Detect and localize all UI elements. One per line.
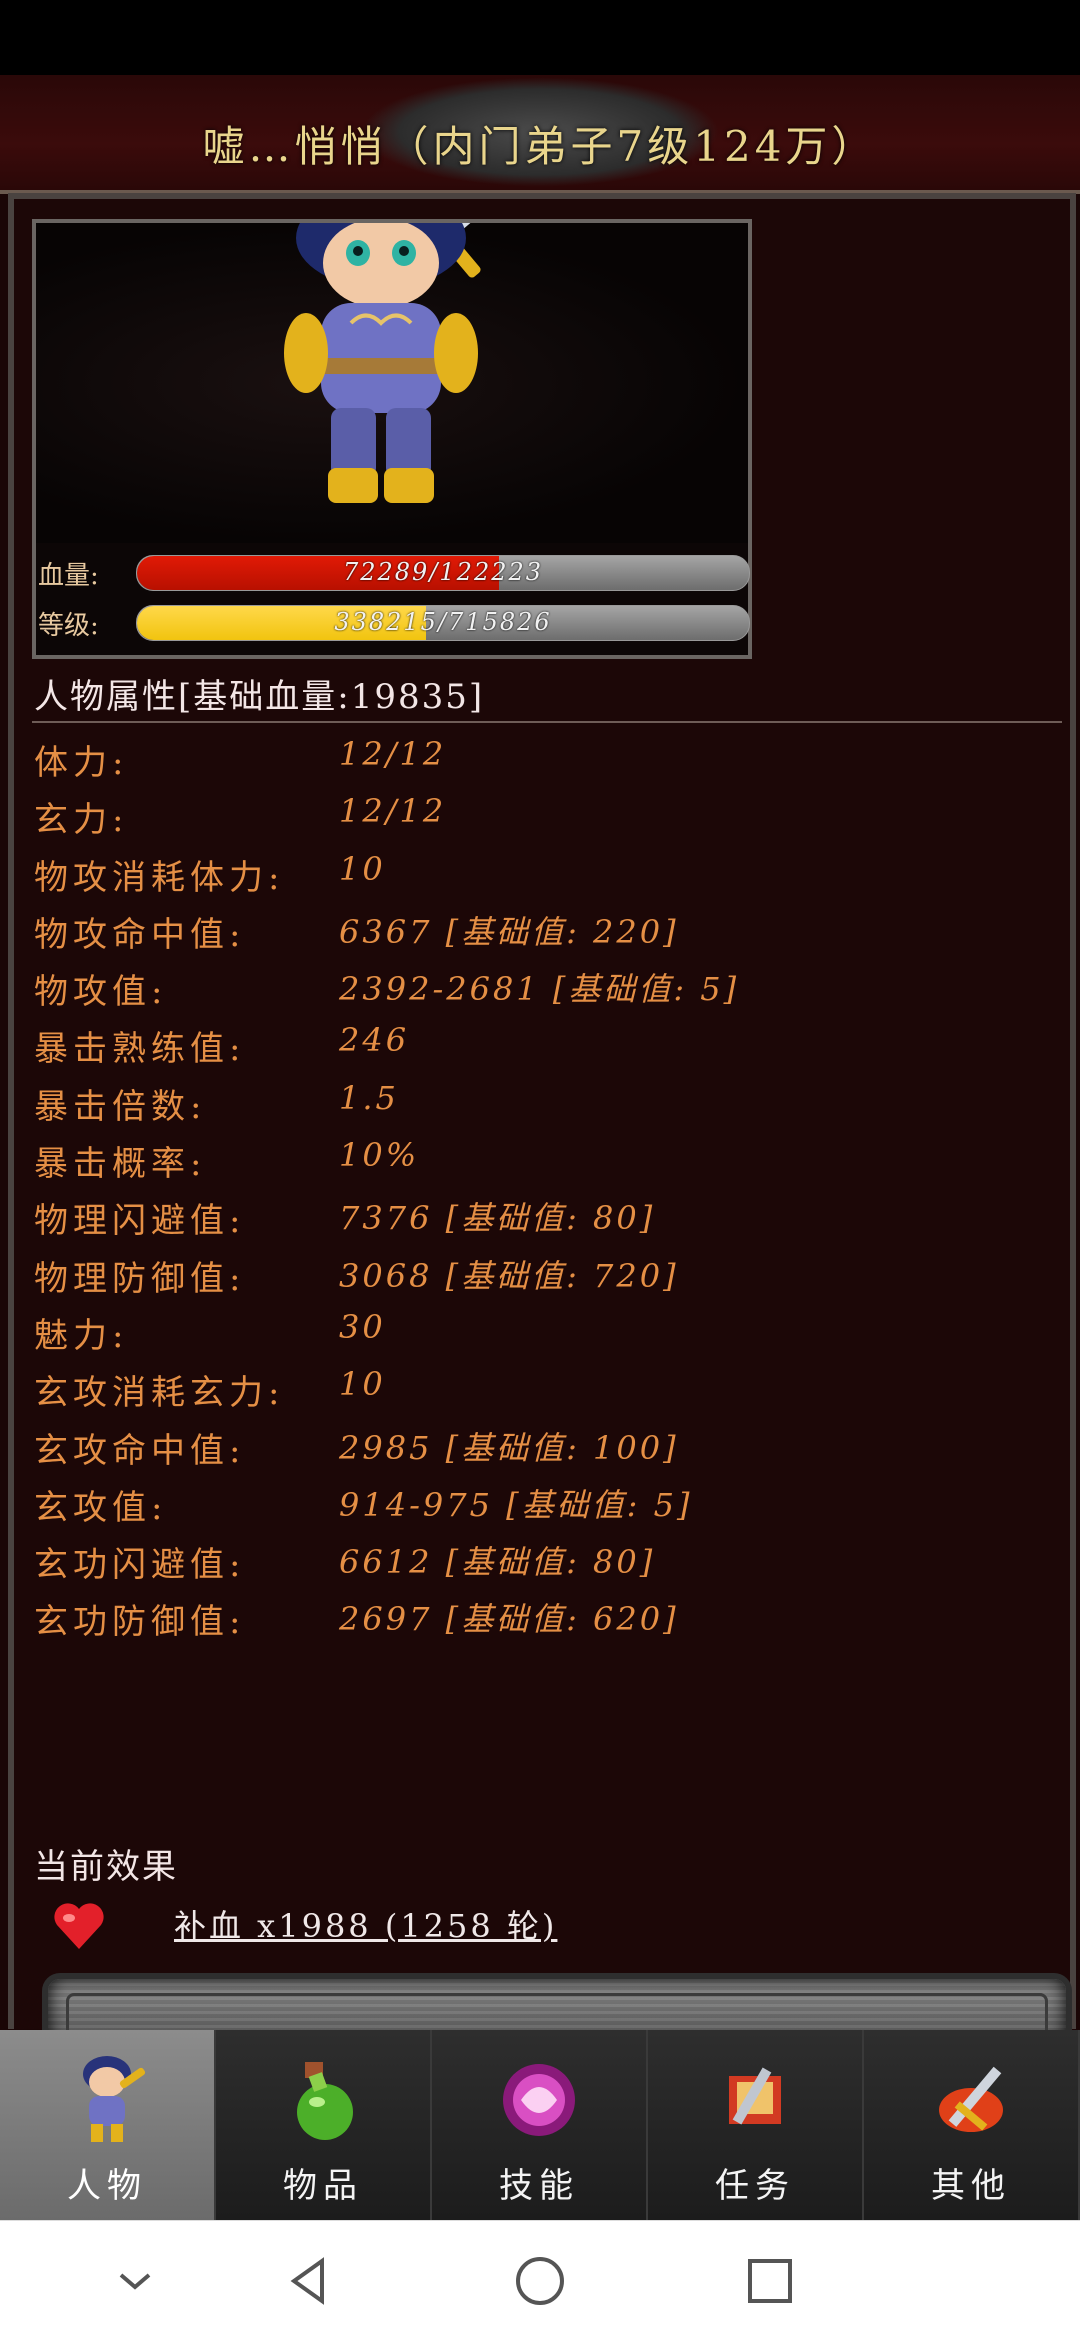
attribute-row: 暴击熟练值: 246 — [34, 1015, 1064, 1072]
attribute-name: 玄攻值: — [34, 1487, 168, 1528]
hp-label: 血量: — [38, 561, 99, 591]
effect-item: 补血 x1988 (1258 轮) — [34, 1897, 934, 1953]
attribute-name: 玄功防御值: — [34, 1602, 246, 1643]
attribute-name: 玄攻命中值: — [34, 1430, 246, 1471]
tab-character[interactable]: 人物 — [0, 2030, 216, 2220]
level-row: 等级: 338215/715826 — [36, 603, 750, 643]
character-portrait: 血量: 72289/122223 等级: 338215/715826 — [32, 219, 752, 659]
attribute-row: 体力: 12/12 — [34, 729, 1064, 786]
attribute-name: 暴击熟练值: — [34, 1029, 246, 1070]
attribute-name: 物理防御值: — [34, 1258, 246, 1299]
exp-value: 338215/715826 — [334, 608, 552, 636]
recents-icon[interactable] — [740, 2251, 800, 2311]
effect-link[interactable]: 补血 x1988 (1258 轮) — [174, 1901, 557, 1947]
attribute-row: 物攻消耗体力: 10 — [34, 844, 1064, 901]
attribute-name: 物攻消耗体力: — [34, 857, 285, 898]
quest-icon — [729, 2067, 781, 2125]
attribute-row: 物理防御值: 3068 [基础值: 720] — [34, 1245, 1064, 1302]
status-bar — [0, 0, 1080, 75]
tab-skills-label: 技能 — [499, 2166, 579, 2206]
portrait-scene — [36, 223, 748, 543]
attribute-value: 10 — [339, 1365, 386, 1404]
effects-title: 当前效果 — [34, 1847, 178, 1887]
attribute-name: 玄攻消耗玄力: — [34, 1373, 285, 1414]
potion-icon — [297, 2062, 353, 2140]
attribute-row: 玄力: 12/12 — [34, 786, 1064, 843]
tab-character-label: 人物 — [67, 2166, 147, 2206]
attribute-row: 玄攻消耗玄力: 10 — [34, 1359, 1064, 1416]
attribute-name: 物攻命中值: — [34, 914, 246, 955]
player-title: 嘘…悄悄（内门弟子7级124万） — [202, 122, 878, 171]
attribute-name: 玄功闪避值: — [34, 1545, 246, 1586]
tab-skills[interactable]: 技能 — [432, 2030, 648, 2220]
android-nav-bar — [0, 2220, 1080, 2341]
tab-quests[interactable]: 任务 — [648, 2030, 864, 2220]
attribute-name: 物理闪避值: — [34, 1201, 246, 1242]
attribute-row: 物攻命中值: 6367 [基础值: 220] — [34, 901, 1064, 958]
attribute-value: 914-975 [基础值: 5] — [339, 1485, 693, 1524]
attribute-row: 魅力: 30 — [34, 1302, 1064, 1359]
attribute-name: 物攻值: — [34, 972, 168, 1013]
home-icon[interactable] — [510, 2251, 570, 2311]
attribute-name: 玄力: — [34, 800, 129, 841]
attribute-value: 12/12 — [339, 792, 447, 831]
attribute-value: 6612 [基础值: 80] — [339, 1543, 656, 1582]
heart-icon — [54, 1903, 104, 1949]
skill-orb-icon — [503, 2064, 575, 2136]
attribute-value: 2985 [基础值: 100] — [339, 1428, 679, 1467]
attribute-value: 7376 [基础值: 80] — [339, 1199, 656, 1238]
attribute-row: 物理闪避值: 7376 [基础值: 80] — [34, 1187, 1064, 1244]
hero-avatar — [284, 223, 491, 503]
attribute-name: 暴击倍数: — [34, 1086, 207, 1127]
attribute-value: 10 — [339, 849, 386, 888]
level-label: 等级: — [38, 611, 99, 641]
attribute-row: 玄攻命中值: 2985 [基础值: 100] — [34, 1417, 1064, 1474]
chevron-down-icon[interactable] — [105, 2251, 165, 2311]
hp-bar: 72289/122223 — [136, 555, 750, 591]
attribute-name: 暴击概率: — [34, 1144, 207, 1185]
attribute-row: 玄功防御值: 2697 [基础值: 620] — [34, 1588, 1064, 1645]
attributes-list: 体力: 12/12 玄力: 12/12 物攻消耗体力: 10 物攻命中值: 6367 [基础值… — [34, 729, 1064, 1646]
attribute-value: 246 — [339, 1021, 410, 1060]
tab-quests-label: 任务 — [715, 2166, 795, 2206]
bottom-tab-bar: 人物 物品 技能 任务 其他 — [0, 2030, 1080, 2220]
sword-icon — [939, 2066, 1003, 2132]
attribute-value: 10% — [339, 1136, 420, 1175]
attribute-value: 3068 [基础值: 720] — [339, 1256, 679, 1295]
game-screen: 嘘…悄悄（内门弟子7级124万） 血量: 72289/122223 等级: 33… — [0, 75, 1080, 2030]
header: 嘘…悄悄（内门弟子7级124万） — [0, 75, 1080, 194]
hp-value: 72289/122223 — [342, 558, 544, 586]
attribute-value: 6367 [基础值: 220] — [339, 912, 679, 951]
attribute-value: 1.5 — [339, 1078, 399, 1117]
attribute-name: 魅力: — [34, 1315, 129, 1356]
tab-other-label: 其他 — [931, 2166, 1011, 2206]
hp-row: 血量: 72289/122223 — [36, 553, 750, 593]
exp-bar: 338215/715826 — [136, 605, 750, 641]
tab-items-label: 物品 — [283, 2166, 363, 2206]
attributes-title: 人物属性[基础血量:19835] — [34, 677, 485, 717]
attribute-row: 暴击倍数: 1.5 — [34, 1073, 1064, 1130]
attribute-value: 30 — [339, 1307, 386, 1346]
attribute-value: 2697 [基础值: 620] — [339, 1600, 679, 1639]
attribute-row: 暴击概率: 10% — [34, 1130, 1064, 1187]
attribute-row: 物攻值: 2392-2681 [基础值: 5] — [34, 958, 1064, 1015]
attributes-divider — [32, 721, 1062, 723]
tab-other[interactable]: 其他 — [864, 2030, 1080, 2220]
upgrade-button[interactable]: 升级 — [42, 1973, 1072, 2030]
tab-items[interactable]: 物品 — [216, 2030, 432, 2220]
attribute-row: 玄功闪避值: 6612 [基础值: 80] — [34, 1531, 1064, 1588]
attribute-name: 体力: — [34, 743, 129, 783]
character-panel: 血量: 72289/122223 等级: 338215/715826 人物属性[… — [8, 193, 1076, 2030]
attribute-value: 12/12 — [339, 735, 447, 773]
back-icon[interactable] — [280, 2251, 340, 2311]
attribute-row: 玄攻值: 914-975 [基础值: 5] — [34, 1474, 1064, 1531]
attribute-value: 2392-2681 [基础值: 5] — [339, 970, 740, 1009]
character-icon — [83, 2056, 146, 2142]
